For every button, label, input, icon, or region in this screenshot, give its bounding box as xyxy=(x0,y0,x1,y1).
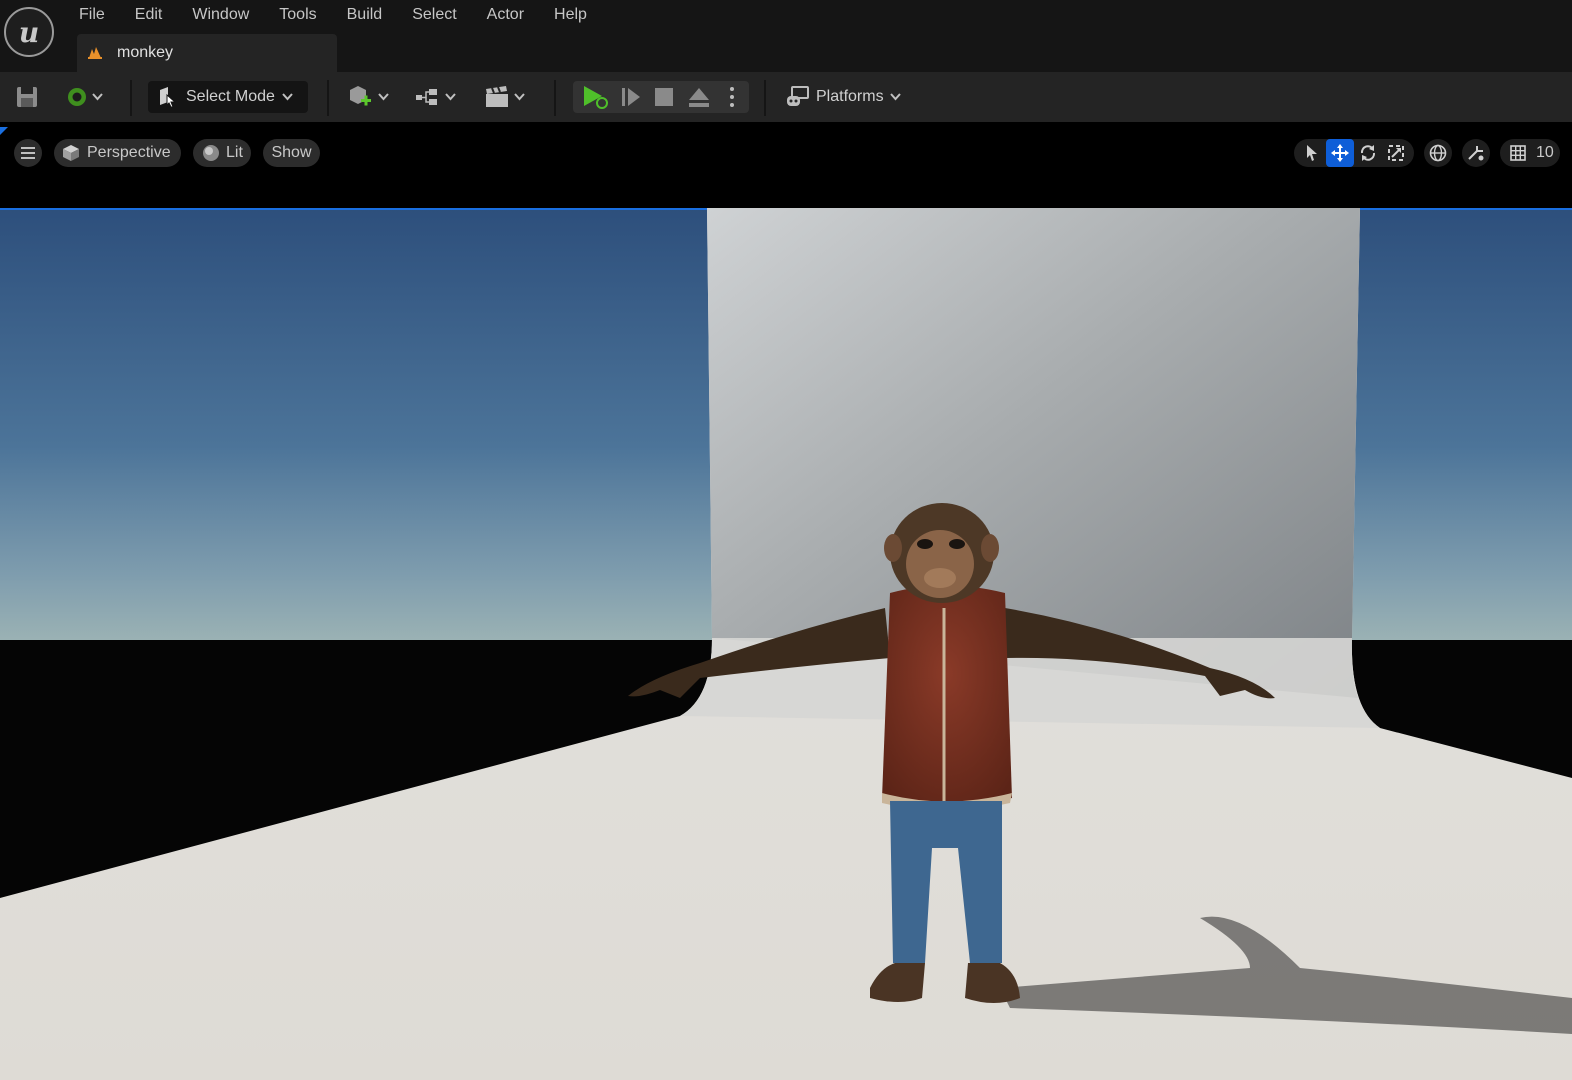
globe-icon xyxy=(1429,144,1447,162)
viewport-scene[interactable] xyxy=(0,208,1572,1080)
hamburger-menu-icon xyxy=(21,147,35,159)
chevron-down-icon xyxy=(445,93,456,101)
show-label: Show xyxy=(271,144,312,161)
level-tab[interactable]: monkey xyxy=(77,34,337,72)
surface-snapping-group xyxy=(1462,139,1490,167)
stop-icon[interactable] xyxy=(653,86,675,108)
chevron-down-icon xyxy=(282,93,293,101)
menu-select[interactable]: Select xyxy=(397,0,471,30)
world-space-button[interactable] xyxy=(1424,139,1452,167)
translate-tool-button[interactable] xyxy=(1326,139,1354,167)
clapperboard-icon xyxy=(486,86,508,107)
save-button[interactable] xyxy=(14,81,40,113)
select-mode-label: Select Mode xyxy=(186,88,275,105)
title-bar: u File Edit Window Tools Build Select Ac… xyxy=(0,0,1572,72)
skip-frame-icon[interactable] xyxy=(619,85,643,109)
level-icon xyxy=(88,47,102,59)
source-control-icon xyxy=(68,88,86,106)
select-tool-button[interactable] xyxy=(1298,139,1326,167)
cube-icon xyxy=(63,145,79,161)
grid-snap-group: 10 xyxy=(1500,139,1560,167)
add-actor-button[interactable] xyxy=(346,81,389,113)
chevron-down-icon xyxy=(378,93,389,101)
menu-edit[interactable]: Edit xyxy=(120,0,178,30)
perspective-label: Perspective xyxy=(87,144,171,161)
menu-help[interactable]: Help xyxy=(539,0,602,30)
menu-actor[interactable]: Actor xyxy=(472,0,539,30)
play-controls xyxy=(573,81,749,113)
platforms-label: Platforms xyxy=(816,88,884,105)
rotate-tool-button[interactable] xyxy=(1354,139,1382,167)
blueprints-button[interactable] xyxy=(415,81,456,113)
save-icon xyxy=(17,87,37,107)
level-tab-label: monkey xyxy=(117,44,174,61)
chevron-down-icon xyxy=(92,93,103,101)
viewport-options-button[interactable] xyxy=(14,139,42,167)
cursor-arrow-icon xyxy=(1307,145,1317,161)
menu-tools[interactable]: Tools xyxy=(264,0,331,30)
menu-build[interactable]: Build xyxy=(332,0,398,30)
source-control-button[interactable] xyxy=(66,81,103,113)
viewport-focus-marker xyxy=(0,127,8,135)
eject-icon[interactable] xyxy=(687,85,711,109)
grid-snap-value[interactable]: 10 xyxy=(1536,144,1554,162)
toolbar-separator xyxy=(764,80,766,116)
toolbar-separator xyxy=(327,80,329,116)
menu-file[interactable]: File xyxy=(64,0,120,30)
grid-snap-button[interactable] xyxy=(1504,139,1532,167)
rotate-icon xyxy=(1360,145,1376,161)
chevron-down-icon xyxy=(514,93,525,101)
more-options-icon[interactable] xyxy=(727,86,737,108)
surface-snapping-button[interactable] xyxy=(1462,139,1490,167)
cinematics-button[interactable] xyxy=(484,81,525,113)
scale-tool-button[interactable] xyxy=(1382,139,1410,167)
platforms-dropdown[interactable]: Platforms xyxy=(786,81,901,113)
menu-window[interactable]: Window xyxy=(177,0,264,30)
grid-icon xyxy=(1510,145,1526,161)
lit-label: Lit xyxy=(226,144,243,161)
platforms-icon xyxy=(787,86,809,106)
transform-tools: 10 xyxy=(1284,139,1560,167)
select-mode-icon xyxy=(160,87,177,108)
transform-mode-group xyxy=(1294,139,1414,167)
perspective-button[interactable]: Perspective xyxy=(54,139,181,167)
blueprint-icon xyxy=(416,89,437,105)
play-icon[interactable] xyxy=(581,84,609,110)
move-arrows-icon xyxy=(1331,144,1349,162)
add-actor-icon xyxy=(350,86,371,106)
main-menu: File Edit Window Tools Build Select Acto… xyxy=(64,0,602,30)
lit-sphere-icon xyxy=(203,145,219,161)
main-toolbar: Select Mode Platforms xyxy=(0,72,1572,122)
chevron-down-icon xyxy=(889,93,901,101)
show-button[interactable]: Show xyxy=(263,139,320,167)
surface-snap-icon xyxy=(1468,146,1484,161)
toolbar-separator xyxy=(130,80,132,116)
scale-icon xyxy=(1388,145,1404,161)
view-mode-button[interactable]: Lit xyxy=(193,139,251,167)
select-mode-dropdown[interactable]: Select Mode xyxy=(148,81,308,113)
coordinate-system-group xyxy=(1424,139,1452,167)
toolbar-separator xyxy=(554,80,556,116)
unreal-logo-icon[interactable]: u xyxy=(4,7,54,57)
